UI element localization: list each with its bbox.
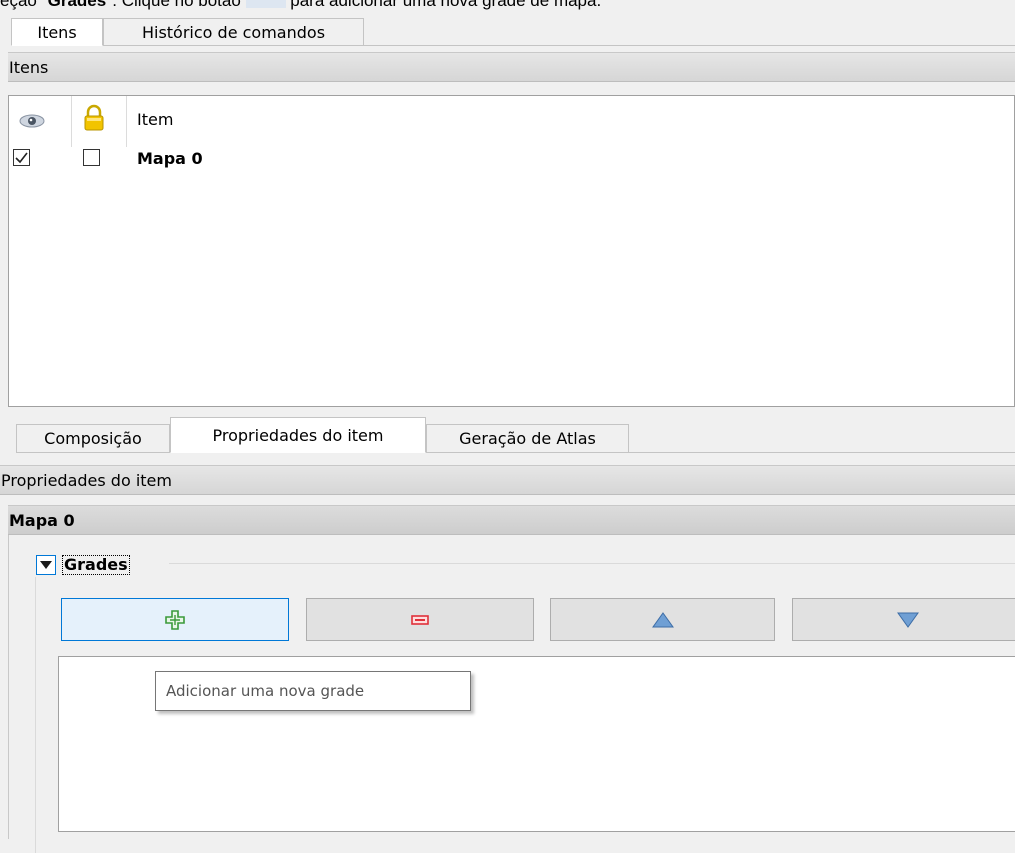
move-grid-down-button[interactable] [792, 598, 1015, 641]
item-header-label: Mapa 0 [9, 510, 75, 530]
column-separator [126, 96, 127, 147]
caption-middle: ". Clique no botão [106, 0, 241, 10]
properties-panel-title-label: Propriedades do item [1, 470, 172, 490]
add-grid-button[interactable] [61, 598, 289, 641]
item-header: Mapa 0 [8, 505, 1015, 535]
tab-composicao-label: Composição [44, 429, 142, 448]
tab-itens-label: Itens [37, 22, 77, 42]
tab-atlas-label: Geração de Atlas [459, 429, 596, 448]
move-down-icon [897, 612, 919, 628]
eye-icon[interactable] [17, 111, 47, 131]
remove-grid-button[interactable] [306, 598, 534, 641]
remove-icon [411, 614, 429, 625]
item-name[interactable]: Mapa 0 [137, 149, 203, 168]
tab-itens[interactable]: Itens [11, 18, 103, 46]
properties-panel-title: Propriedades do item [0, 465, 1015, 495]
add-grid-tooltip: Adicionar uma nova grade [155, 671, 471, 711]
visibility-checkbox[interactable] [13, 149, 30, 166]
grades-label[interactable]: Grades [62, 555, 130, 575]
list-item[interactable]: Mapa 0 [9, 144, 1014, 172]
tab-divider [629, 452, 1015, 453]
move-up-icon [651, 611, 674, 627]
properties-scroll-area[interactable]: Grades Adicionar uma nova grade [8, 535, 1015, 853]
tab-historico-label: Histórico de comandos [141, 22, 326, 42]
tab-historico-de-comandos[interactable]: Histórico de comandos [103, 18, 364, 46]
caption-suffix: para adicionar uma nova grade de mapa. [290, 0, 602, 10]
items-panel-title-label: Itens [9, 57, 49, 77]
tab-divider [364, 45, 1015, 46]
items-panel-title: Itens [8, 52, 1015, 82]
lock-icon[interactable] [81, 104, 107, 132]
tab-geracao-de-atlas[interactable]: Geração de Atlas [426, 424, 629, 453]
tooltip-text: Adicionar uma nova grade [166, 682, 365, 700]
column-header-item[interactable]: Item [137, 110, 173, 129]
grades-group-header[interactable]: Grades [35, 551, 169, 577]
inline-button-placeholder [245, 0, 286, 8]
tab-propriedades-do-item[interactable]: Propriedades do item [170, 417, 426, 453]
add-icon [165, 609, 185, 630]
tab-propriedades-label: Propriedades do item [212, 425, 384, 445]
caption-prefix: eção " [0, 0, 48, 10]
collapse-triangle-icon[interactable] [36, 555, 56, 575]
instruction-caption: eção "Grades". Clique no botão para adic… [0, 0, 601, 11]
column-separator [71, 96, 72, 147]
move-grid-up-button[interactable] [550, 598, 775, 641]
tab-composicao[interactable]: Composição [16, 424, 170, 453]
caption-bold: Grades [47, 0, 107, 10]
items-list[interactable]: Item Mapa 0 [8, 95, 1015, 407]
lock-checkbox[interactable] [83, 149, 100, 166]
